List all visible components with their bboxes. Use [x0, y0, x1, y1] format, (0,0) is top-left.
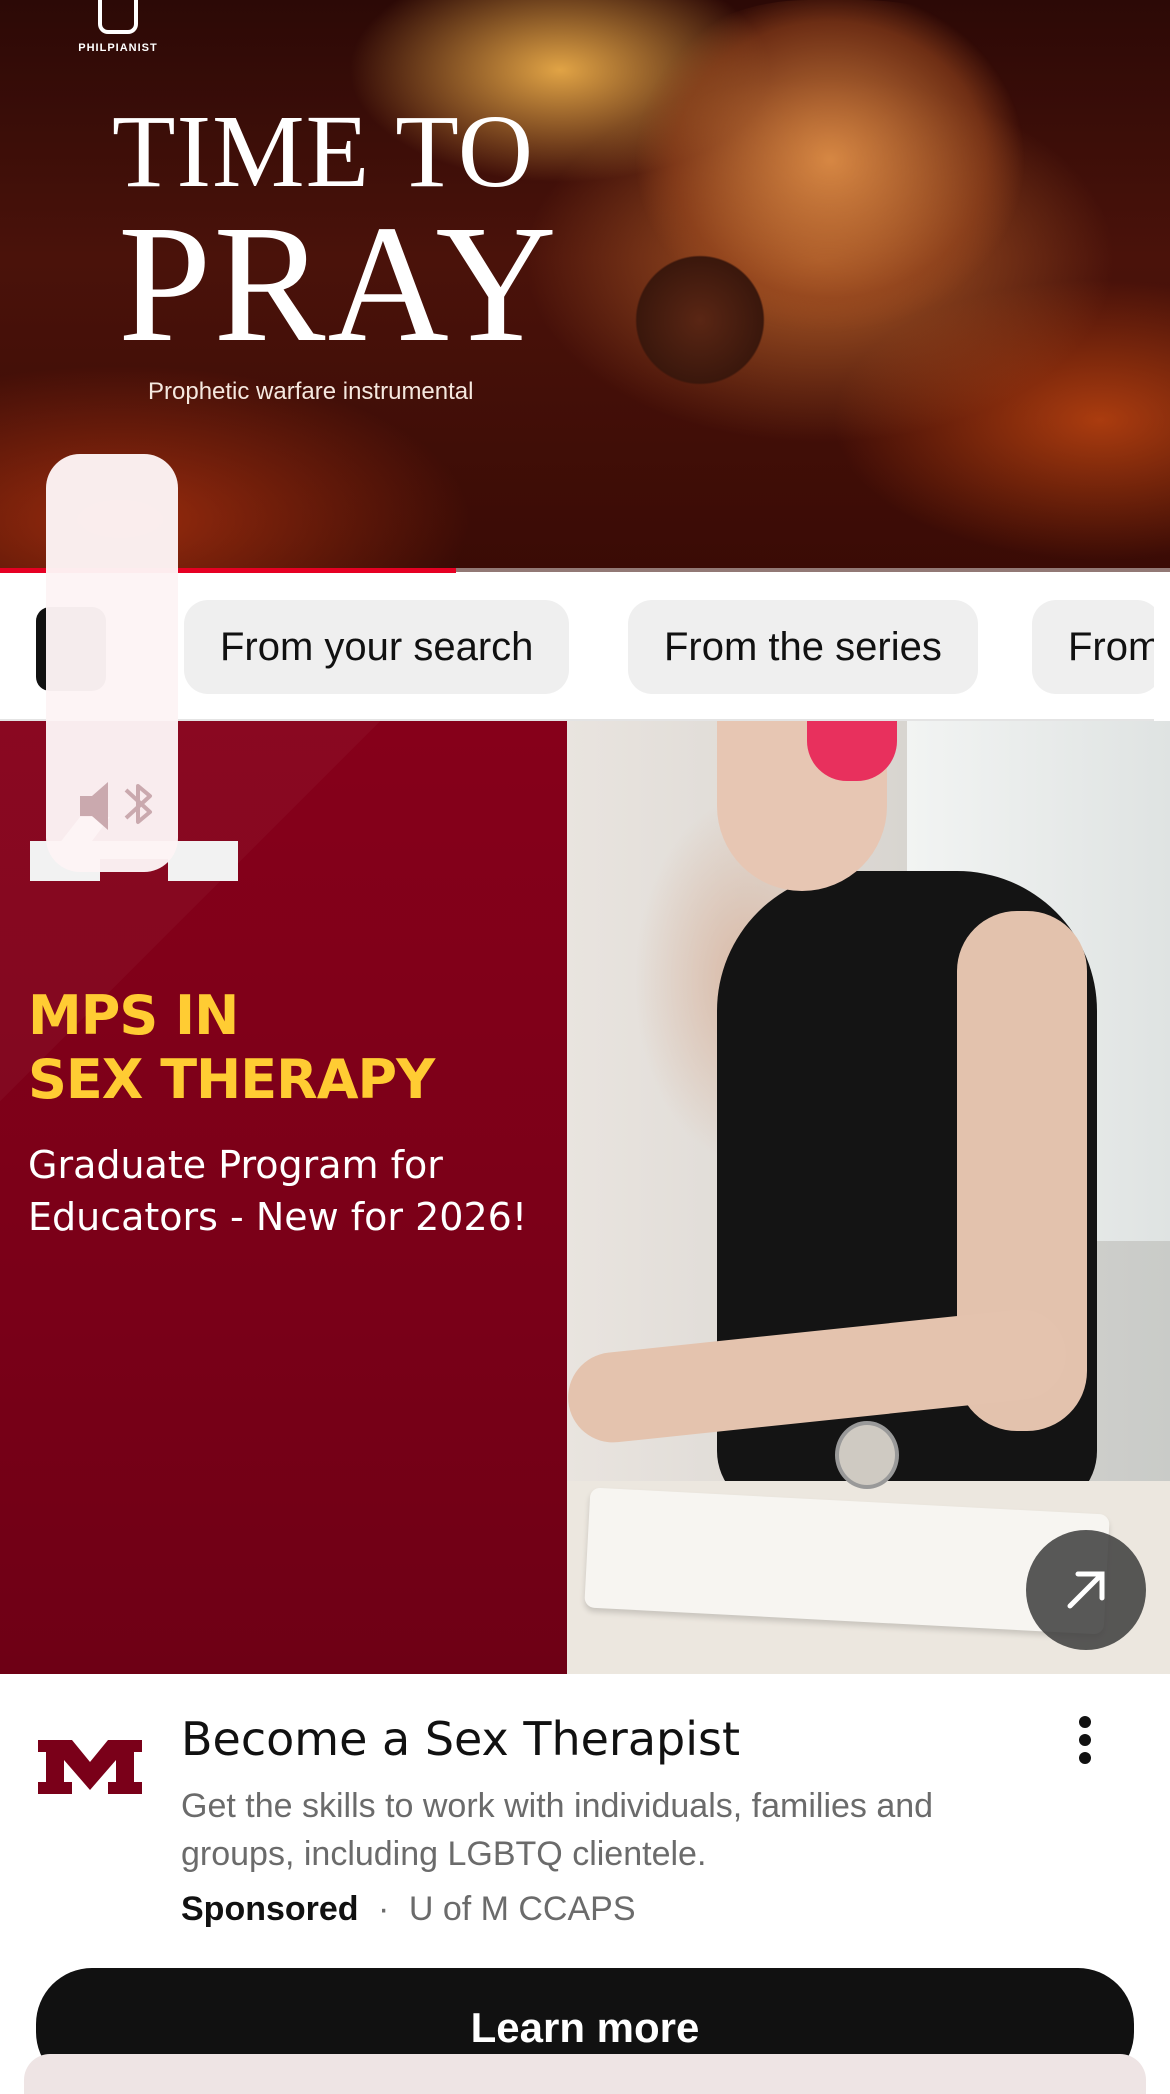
advertiser-logo — [38, 1740, 142, 1794]
brand-logo-philpianist: PHILPIANIST — [78, 0, 158, 60]
hero-subtitle: Prophetic warfare instrumental — [148, 378, 474, 405]
speaker-bluetooth-icon — [80, 782, 152, 830]
ad-image-headline: MPS IN SEX THERAPY — [28, 984, 435, 1111]
chip-from-more[interactable]: From — [1032, 600, 1154, 694]
open-external-button[interactable] — [1026, 1530, 1146, 1650]
sponsored-label: Sponsored — [181, 1890, 359, 1928]
volume-overlay[interactable] — [46, 454, 178, 872]
hero-figure-image — [600, 0, 1120, 480]
advertiser-name[interactable]: U of M CCAPS — [409, 1890, 636, 1928]
ad-meta: Sponsored · U of M CCAPS — [181, 1890, 636, 1929]
hero-title-line1: TIME TO — [112, 94, 535, 209]
meta-separator: · — [378, 1890, 390, 1928]
more-options-button[interactable] — [1060, 1716, 1110, 1776]
ad-description: Get the skills to work with individuals,… — [181, 1787, 934, 1873]
hero-title-line2: PRAY — [118, 191, 559, 377]
chip-from-your-search[interactable]: From your search — [184, 600, 570, 694]
arrow-up-right-icon — [1067, 1571, 1105, 1609]
ad-image-subtext: Graduate Program for Educators - New for… — [28, 1143, 528, 1239]
chip-from-the-series[interactable]: From the series — [628, 600, 978, 694]
ad-title[interactable]: Become a Sex Therapist — [181, 1712, 740, 1766]
bottom-sheet-handle[interactable] — [24, 2054, 1146, 2094]
